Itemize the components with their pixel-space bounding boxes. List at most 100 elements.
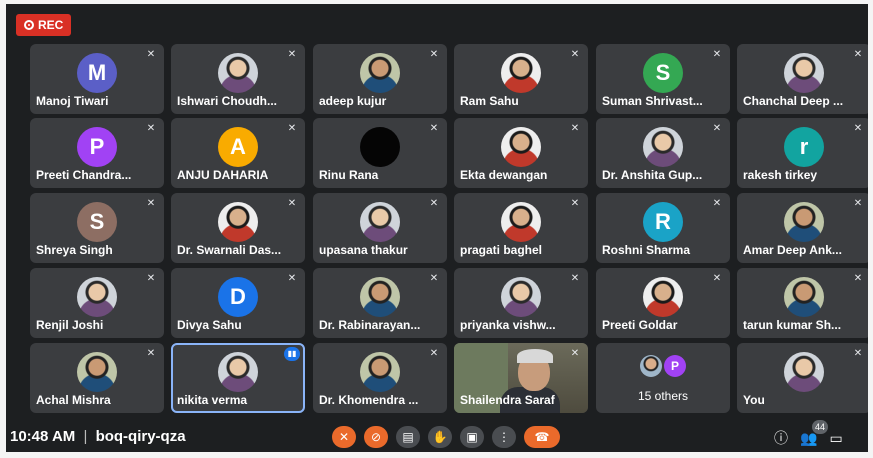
participant-tile[interactable]: A ✕ ANJU DAHARIA: [171, 118, 305, 188]
participant-tile[interactable]: ✕ Preeti Goldar: [596, 268, 730, 338]
participant-name: Renjil Joshi: [36, 318, 104, 332]
participant-grid: M ✕ Manoj Tiwari ✕ Ishwari Choudh... ✕ adeep k…: [6, 4, 868, 424]
avatar: [360, 53, 400, 94]
participant-name: Dr. Anshita Gup...: [602, 168, 703, 182]
others-avatars: P: [640, 355, 686, 377]
participant-tile[interactable]: M ✕ Manoj Tiwari: [30, 44, 164, 114]
avatar: S: [77, 202, 117, 243]
meeting-separator: |: [83, 428, 88, 445]
avatar: [360, 202, 400, 243]
mini-avatar: P: [664, 355, 686, 377]
participant-tile[interactable]: ✕ Renjil Joshi: [30, 268, 164, 338]
avatar: M: [77, 53, 117, 94]
participant-name: Preeti Goldar: [602, 318, 678, 332]
participant-name: Manoj Tiwari: [36, 94, 109, 108]
participant-name: Shailendra Saraf: [460, 393, 555, 407]
captions-button[interactable]: ▤: [396, 426, 420, 448]
participant-name: Roshni Sharma: [602, 243, 691, 257]
participant-tile[interactable]: ✕ tarun kumar Sh...: [737, 268, 868, 338]
mic-muted-icon: ✕: [429, 348, 439, 359]
participant-tile[interactable]: ✕ Shailendra Saraf: [454, 343, 588, 413]
participant-tile[interactable]: S ✕ Shreya Singh: [30, 193, 164, 263]
avatar: [643, 127, 683, 168]
avatar: [784, 352, 824, 393]
present-icon: ▣: [466, 430, 478, 444]
mic-muted-icon: ✕: [146, 273, 156, 284]
more-options-button[interactable]: ⋮: [492, 426, 516, 448]
participant-tile[interactable]: P 15 others: [596, 343, 730, 413]
avatar: [218, 53, 258, 94]
avatar: [643, 277, 683, 318]
mic-off-button[interactable]: ✕: [332, 426, 356, 448]
mic-muted-icon: ✕: [146, 123, 156, 134]
participant-tile[interactable]: ✕ Achal Mishra: [30, 343, 164, 413]
mic-muted-icon: ✕: [287, 198, 297, 209]
avatar: [501, 53, 541, 94]
avatar: R: [643, 202, 683, 243]
camera-off-button[interactable]: ⊘: [364, 426, 388, 448]
participant-tile[interactable]: r ✕ rakesh tirkey: [737, 118, 868, 188]
participant-tile[interactable]: ✕ Ekta dewangan: [454, 118, 588, 188]
meeting-info: 10:48 AM | boq-qiry-qza: [10, 428, 186, 445]
mic-muted-icon: ✕: [429, 273, 439, 284]
participant-name: Amar Deep Ank...: [743, 243, 842, 257]
leave-call-button[interactable]: ☎: [524, 426, 560, 448]
participant-name: pragati baghel: [460, 243, 543, 257]
participant-tile[interactable]: D ✕ Divya Sahu: [171, 268, 305, 338]
participant-tile[interactable]: S ✕ Suman Shrivast...: [596, 44, 730, 114]
chat-icon: ▭: [829, 429, 843, 446]
participant-tile[interactable]: ✕ Ram Sahu: [454, 44, 588, 114]
meeting-time: 10:48 AM: [10, 428, 76, 445]
participant-tile[interactable]: ✕ Dr. Khomendra ...: [313, 343, 447, 413]
chat-button[interactable]: ▭: [829, 430, 842, 447]
participant-tile[interactable]: ✕ Chanchal Deep ...: [737, 44, 868, 114]
mic-muted-icon: ✕: [853, 348, 863, 359]
participant-name: Dr. Khomendra ...: [319, 393, 419, 407]
speaking-icon: ▮▮: [284, 347, 300, 361]
avatar: [501, 127, 541, 168]
meeting-code[interactable]: boq-qiry-qza: [96, 428, 186, 445]
raise-hand-button[interactable]: ✋: [428, 426, 452, 448]
participant-name: rakesh tirkey: [743, 168, 818, 182]
participant-name: Dr. Rabinarayan...: [319, 318, 421, 332]
participant-name: Suman Shrivast...: [602, 94, 703, 108]
participant-name: Achal Mishra: [36, 393, 111, 407]
avatar: r: [784, 127, 824, 168]
participant-tile[interactable]: ✕ Dr. Swarnali Das...: [171, 193, 305, 263]
participant-tile[interactable]: ✕ Ishwari Choudh...: [171, 44, 305, 114]
participant-tile[interactable]: ✕ Dr. Anshita Gup...: [596, 118, 730, 188]
participant-tile[interactable]: ✕ adeep kujur: [313, 44, 447, 114]
mic-muted-icon: ✕: [146, 348, 156, 359]
participant-tile[interactable]: ✕ Rinu Rana: [313, 118, 447, 188]
mic-muted-icon: ✕: [570, 49, 580, 60]
participant-tile[interactable]: ✕ You: [737, 343, 868, 413]
info-icon: ⓘ: [774, 430, 788, 446]
avatar: [218, 202, 258, 243]
mic-muted-icon: ✕: [146, 49, 156, 60]
participant-tile[interactable]: ✕ Dr. Rabinarayan...: [313, 268, 447, 338]
participant-name: Dr. Swarnali Das...: [177, 243, 282, 257]
mic-muted-icon: ✕: [570, 123, 580, 134]
mic-muted-icon: ✕: [146, 198, 156, 209]
participant-tile[interactable]: ✕ pragati baghel: [454, 193, 588, 263]
participant-name: tarun kumar Sh...: [743, 318, 842, 332]
participant-name: Ram Sahu: [460, 94, 519, 108]
participant-name: Preeti Chandra...: [36, 168, 132, 182]
camera-off-icon: ⊘: [370, 430, 382, 444]
participant-name: 15 others: [637, 389, 689, 403]
hang-up-icon: ☎: [534, 430, 550, 444]
participant-tile[interactable]: ✕ upasana thakur: [313, 193, 447, 263]
meeting-details-button[interactable]: ⓘ: [774, 428, 788, 448]
participant-tile[interactable]: ▮▮ nikita verma: [171, 343, 305, 413]
mic-muted-icon: ✕: [570, 198, 580, 209]
mic-muted-icon: ✕: [853, 123, 863, 134]
participant-name: ANJU DAHARIA: [177, 168, 269, 182]
present-button[interactable]: ▣: [460, 426, 484, 448]
participant-tile[interactable]: ✕ Amar Deep Ank...: [737, 193, 868, 263]
mic-muted-icon: ✕: [429, 198, 439, 209]
participant-tile[interactable]: R ✕ Roshni Sharma: [596, 193, 730, 263]
mic-muted-icon: ✕: [853, 49, 863, 60]
participant-tile[interactable]: P ✕ Preeti Chandra...: [30, 118, 164, 188]
avatar: [501, 277, 541, 318]
participant-tile[interactable]: ✕ priyanka vishw...: [454, 268, 588, 338]
